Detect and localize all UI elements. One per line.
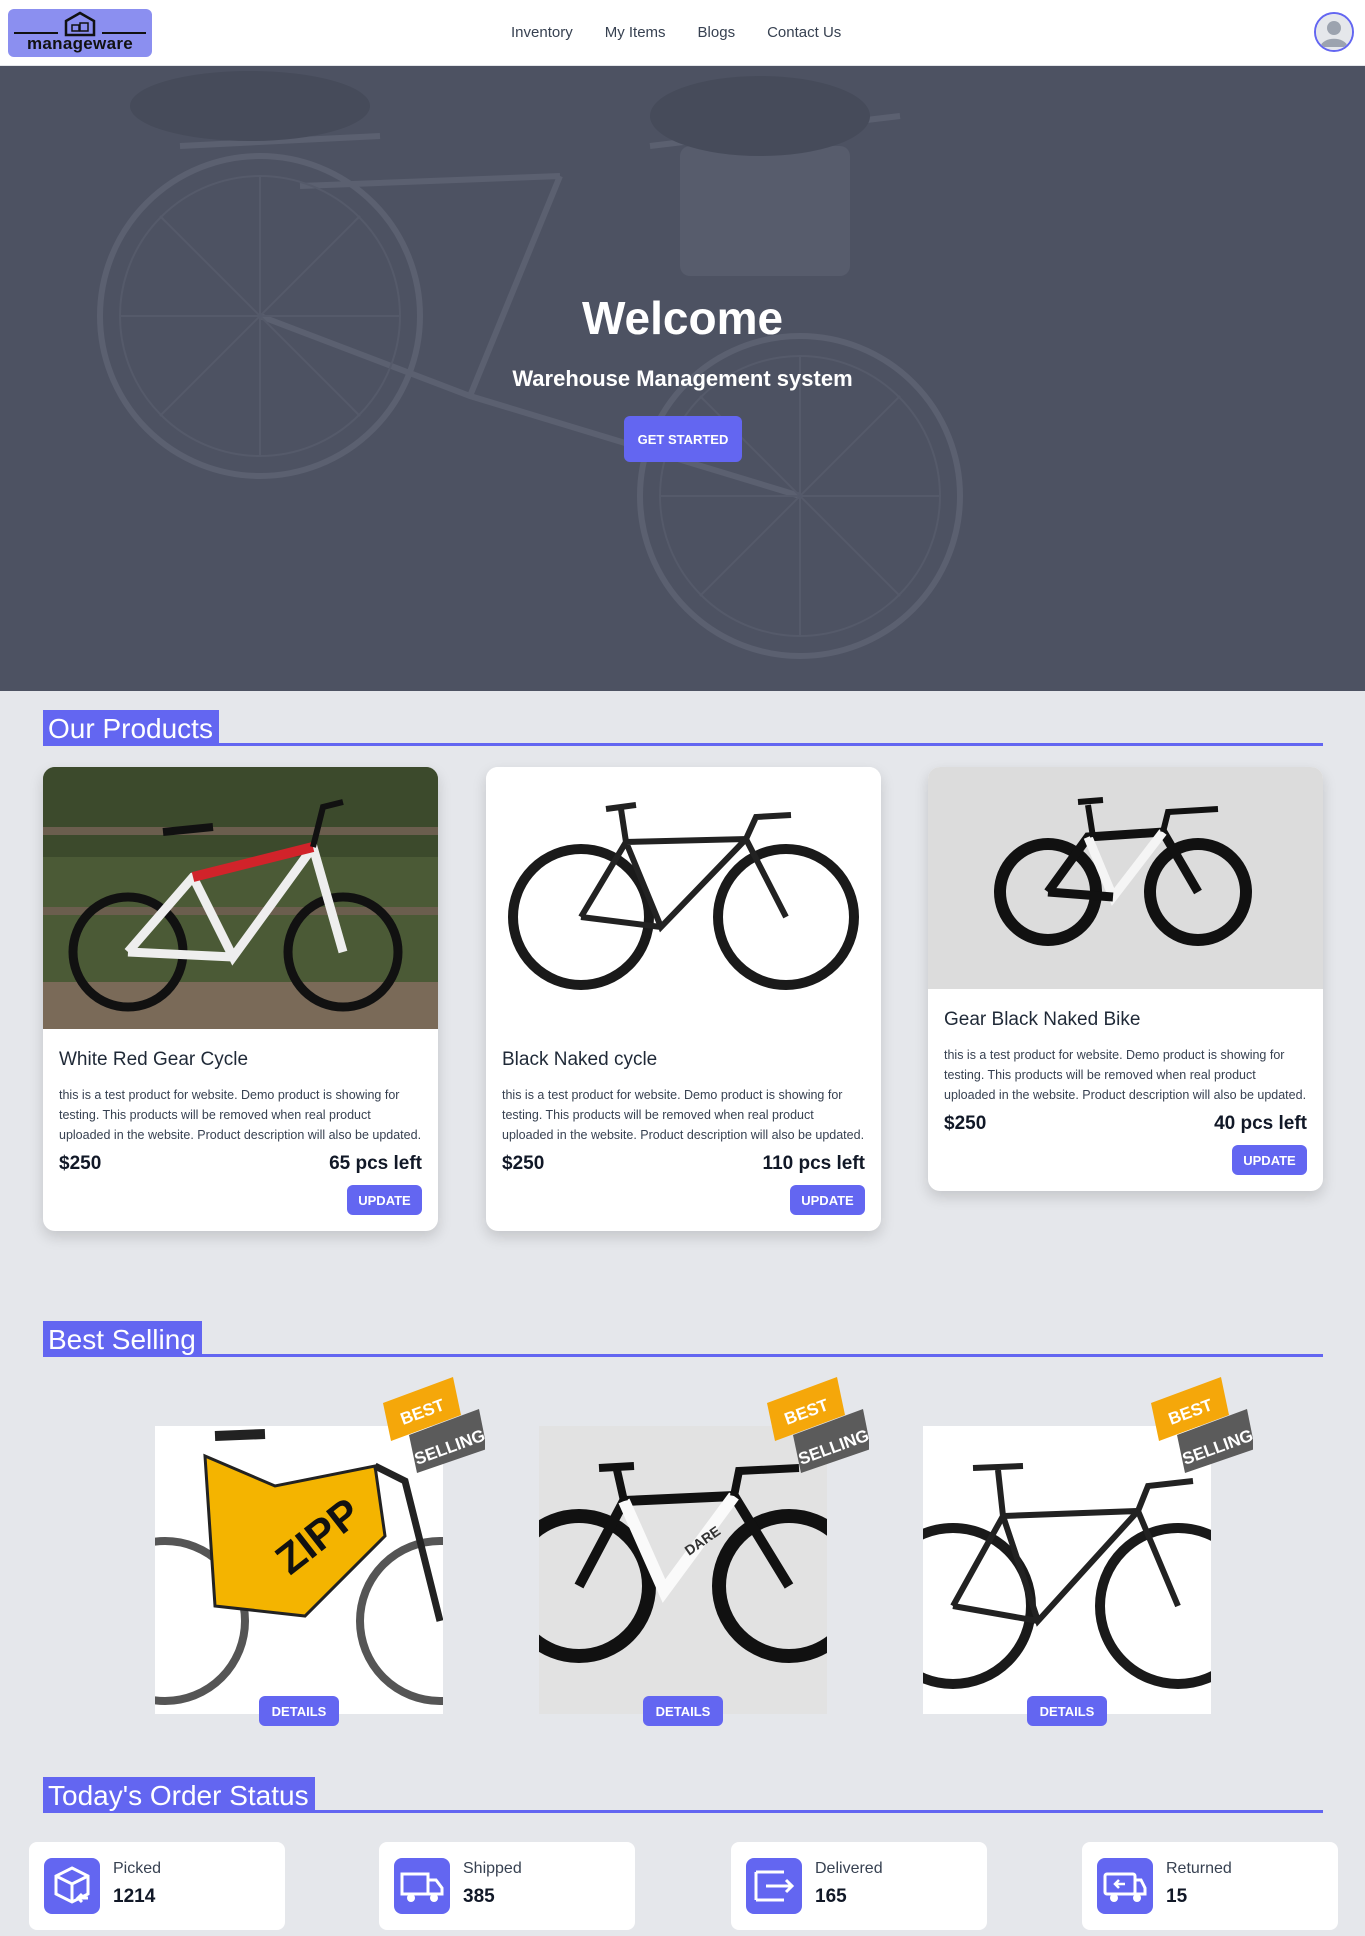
- section-heading-orders: Today's Order Status: [43, 1777, 1323, 1813]
- status-value: 1214: [113, 1886, 156, 1907]
- status-label: Shipped: [463, 1860, 522, 1877]
- product-stock: 65 pcs left: [329, 1153, 422, 1174]
- product-image: [486, 767, 881, 1029]
- product-image: [928, 767, 1323, 989]
- product-stock: 40 pcs left: [1214, 1113, 1307, 1134]
- status-label: Picked: [113, 1860, 162, 1877]
- nav-contact-us[interactable]: Contact Us: [767, 24, 841, 41]
- product-name: White Red Gear Cycle: [59, 1049, 249, 1070]
- best-selling-item: BEST SELLING DETAILS: [923, 1377, 1253, 1726]
- best-selling-ribbon-icon: BEST SELLING: [1151, 1377, 1253, 1473]
- best-selling-ribbon-icon: BEST SELLING: [383, 1377, 485, 1473]
- status-card-returned: Returned 15: [1082, 1842, 1338, 1930]
- details-button[interactable]: DETAILS: [643, 1696, 723, 1726]
- status-card-picked: Picked 1214: [29, 1842, 285, 1930]
- brand-name: manageware: [27, 34, 133, 53]
- get-started-button[interactable]: GET STARTED: [624, 416, 742, 462]
- status-value: 15: [1166, 1886, 1188, 1907]
- nav-blogs[interactable]: Blogs: [698, 24, 736, 41]
- return-truck-icon: [1097, 1858, 1153, 1914]
- update-button[interactable]: UPDATE: [1232, 1145, 1307, 1175]
- best-selling-ribbon-icon: BEST SELLING: [767, 1377, 869, 1473]
- details-button[interactable]: DETAILS: [1027, 1696, 1107, 1726]
- product-price: $250: [502, 1153, 545, 1174]
- status-label: Delivered: [815, 1860, 883, 1877]
- section-heading-products: Our Products: [43, 710, 1323, 746]
- box-return-icon: [44, 1858, 100, 1914]
- product-description: this is a test product for website. Demo…: [502, 1088, 865, 1142]
- product-description: this is a test product for website. Demo…: [944, 1048, 1307, 1102]
- product-price: $250: [944, 1113, 987, 1134]
- orders-heading: Today's Order Status: [43, 1777, 315, 1813]
- nav-my-items[interactable]: My Items: [605, 24, 666, 41]
- hero-title: Welcome: [581, 292, 784, 344]
- brand-logo[interactable]: manageware: [8, 9, 152, 57]
- status-value: 165: [815, 1886, 847, 1907]
- section-heading-best-selling: Best Selling: [43, 1321, 1323, 1357]
- product-card: Gear Black Naked Bike this is a test pro…: [928, 767, 1323, 1191]
- product-card: Black Naked cycle this is a test product…: [486, 767, 881, 1231]
- best-selling-heading: Best Selling: [43, 1321, 202, 1357]
- product-price: $250: [59, 1153, 102, 1174]
- main-menu: Inventory My Items Blogs Contact Us: [511, 24, 841, 41]
- product-image: [43, 767, 438, 1029]
- hero-banner: Welcome Warehouse Management system GET …: [0, 66, 1365, 691]
- nav-inventory[interactable]: Inventory: [511, 24, 573, 41]
- best-selling-item: ZIPP BEST SELLING DETAILS: [155, 1377, 485, 1726]
- navbar: manageware Inventory My Items Blogs Cont…: [0, 0, 1365, 66]
- status-value: 385: [463, 1886, 495, 1907]
- details-button[interactable]: DETAILS: [259, 1696, 339, 1726]
- best-selling-item: DARE BEST SELLING DETAILS: [539, 1377, 869, 1726]
- hero-subtitle: Warehouse Management system: [512, 366, 853, 391]
- product-name: Black Naked cycle: [502, 1049, 658, 1070]
- product-card: White Red Gear Cycle this is a test prod…: [43, 767, 438, 1231]
- status-card-shipped: Shipped 385: [379, 1842, 635, 1930]
- truck-icon: [394, 1858, 450, 1914]
- update-button[interactable]: UPDATE: [347, 1185, 422, 1215]
- update-button[interactable]: UPDATE: [790, 1185, 865, 1215]
- product-name: Gear Black Naked Bike: [944, 1009, 1141, 1030]
- user-avatar[interactable]: [1314, 12, 1354, 52]
- status-label: Returned: [1166, 1860, 1232, 1877]
- product-stock: 110 pcs left: [762, 1153, 865, 1174]
- products-heading: Our Products: [43, 710, 219, 746]
- product-description: this is a test product for website. Demo…: [59, 1088, 422, 1142]
- user-icon: [1316, 14, 1352, 50]
- delivered-icon: [746, 1858, 802, 1914]
- status-card-delivered: Delivered 165: [731, 1842, 987, 1930]
